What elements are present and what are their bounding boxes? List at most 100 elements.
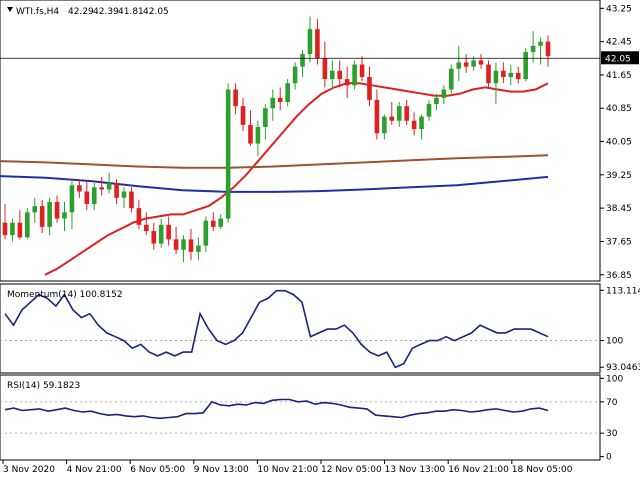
- candle-body: [448, 68, 454, 90]
- candle-body: [493, 70, 499, 84]
- candle-body: [352, 64, 357, 86]
- candle: [352, 60, 357, 90]
- candle-body: [99, 187, 105, 190]
- open-value: 42.29: [68, 7, 94, 17]
- time-tick-label: 16 Nov 21:00: [448, 465, 509, 475]
- rsi-panel[interactable]: RSI(14) 59.1823 100 70 30 0: [0, 374, 623, 463]
- candle-body: [69, 185, 75, 213]
- candle-body: [508, 72, 514, 78]
- candle-body: [315, 29, 320, 59]
- candle-body: [404, 106, 409, 121]
- candle-body: [151, 231, 157, 244]
- candle-body: [188, 239, 194, 252]
- candle: [523, 47, 528, 82]
- candle-body: [39, 206, 45, 227]
- osc-tick-label: 100: [606, 337, 623, 347]
- price-header: WTI.fs,H4 42.29 42.39 41.81 42.05: [7, 7, 169, 17]
- candle-body: [329, 70, 335, 80]
- momentum-panel[interactable]: Momentum(14) 100.8152 113.1143 100 93.0463: [0, 283, 640, 374]
- candle-body: [515, 72, 521, 80]
- candle-body: [47, 201, 52, 227]
- osc-tick-label: 93.0463: [606, 363, 640, 373]
- candle-body: [545, 41, 551, 57]
- time-tick-label: 12 Nov 05:00: [321, 465, 382, 475]
- candle-body: [263, 108, 268, 127]
- time-tick-label: 18 Nov 05:00: [512, 465, 573, 475]
- price-tick-label: 37.65: [606, 237, 632, 247]
- candle: [25, 208, 30, 240]
- candle-body: [300, 54, 305, 67]
- candle-body: [158, 224, 164, 244]
- candle-body: [2, 222, 8, 236]
- rsi-axis: 100 70 30 0: [600, 374, 623, 463]
- momentum-title: Momentum(14) 100.8152: [7, 290, 123, 300]
- candle-body: [210, 220, 216, 227]
- price-tick-label: 43.25: [606, 4, 632, 14]
- candle-body: [426, 104, 432, 117]
- candle-body: [136, 208, 142, 225]
- osc-tick-label: 70: [606, 398, 618, 408]
- candle: [448, 64, 454, 94]
- candle-body: [441, 89, 447, 98]
- price-tick-label: 40.85: [606, 104, 632, 114]
- candle-body: [374, 99, 380, 134]
- price-tick-label: 41.65: [606, 71, 632, 81]
- candle-body: [337, 70, 343, 80]
- osc-tick-label: 113.1143: [606, 286, 640, 296]
- symbol-label: WTI.fs,H4: [16, 7, 59, 17]
- current-price-tag: 42.05: [601, 51, 639, 65]
- candle-body: [91, 187, 97, 204]
- candle-body: [419, 116, 424, 130]
- time-tick-label: 3 Nov 2020: [3, 465, 55, 475]
- price-tick-label: 36.85: [606, 271, 632, 281]
- candle-body: [389, 116, 395, 121]
- candle-body: [25, 212, 30, 238]
- price-tick-label: 38.45: [606, 204, 632, 214]
- candle-body: [144, 224, 149, 232]
- candle-body: [344, 79, 350, 86]
- candle-body: [456, 62, 462, 69]
- candle-body: [478, 60, 484, 65]
- candle-body: [233, 89, 238, 107]
- chart-canvas: WTI.fs,H4 42.29 42.39 41.81 42.05 43.25 4…: [0, 0, 640, 475]
- candle-body: [173, 239, 179, 250]
- price-panel-frame: [0, 0, 601, 282]
- candle-body: [367, 77, 372, 100]
- price-tick-label: 39.25: [606, 171, 632, 181]
- candle-body: [359, 64, 365, 78]
- candle-body: [77, 185, 82, 192]
- candle-body: [411, 120, 417, 130]
- osc-tick-label: 100: [606, 374, 623, 384]
- price-panel[interactable]: WTI.fs,H4 42.29 42.39 41.81 42.05 43.25 4…: [0, 0, 639, 282]
- candle-body: [121, 191, 127, 198]
- price-axis: 43.25 42.45 41.65 40.85 40.05 39.25 38.45 37.65…: [600, 4, 632, 281]
- candle-body: [203, 220, 209, 246]
- candle-body: [471, 60, 476, 67]
- candle-body: [166, 224, 171, 240]
- momentum-axis: 113.1143 100 93.0463: [600, 286, 640, 373]
- candle-body: [84, 191, 90, 204]
- candle-body: [270, 97, 276, 109]
- candle-body: [32, 206, 38, 213]
- close-value: 42.05: [143, 7, 169, 17]
- current-price-label: 42.05: [605, 54, 631, 64]
- low-value: 41.81: [118, 7, 144, 17]
- candle-body: [396, 106, 402, 121]
- candle-body: [277, 97, 283, 102]
- osc-tick-label: 0: [606, 453, 612, 463]
- candle-body: [10, 222, 15, 236]
- candle-body: [382, 116, 387, 134]
- candle-body: [307, 29, 313, 55]
- candle-body: [218, 218, 224, 227]
- candle: [225, 83, 231, 223]
- candle-body: [181, 239, 186, 250]
- candle-body: [538, 41, 543, 46]
- time-axis: 3 Nov 2020 4 Nov 21:00 6 Nov 05:00 9 Nov 13…: [2, 460, 573, 475]
- time-tick-label: 10 Nov 21:00: [257, 465, 318, 475]
- candle-body: [248, 124, 253, 144]
- candle-body: [62, 212, 67, 219]
- candle-body: [530, 45, 536, 53]
- candle-body: [240, 106, 246, 125]
- candle-body: [196, 245, 201, 252]
- time-tick-label: 9 Nov 13:00: [194, 465, 249, 475]
